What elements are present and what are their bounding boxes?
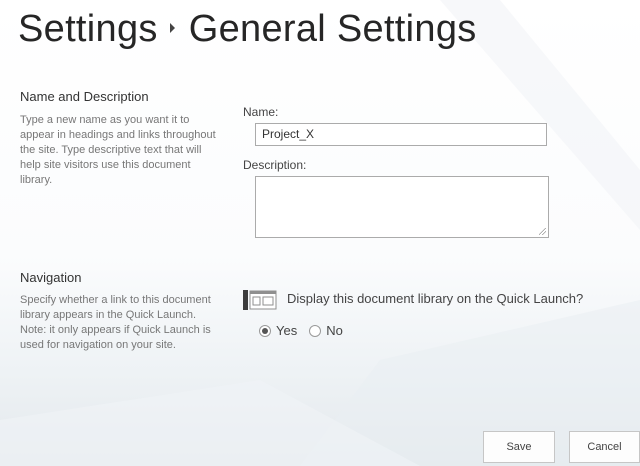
quick-launch-radio-group: Yes No [259,323,355,338]
radio-yes-label: Yes [276,323,298,338]
description-textarea[interactable] [255,176,549,238]
resize-grip-icon[interactable] [539,228,546,235]
radio-no-button[interactable] [309,324,322,337]
name-description-heading: Name and Description [20,89,149,104]
breadcrumb-separator-icon [169,22,175,33]
quick-launch-icon [243,290,277,314]
description-label: Description: [243,158,307,172]
name-input[interactable]: Project_X [255,123,547,146]
breadcrumb-general-settings: General Settings [188,8,477,50]
breadcrumb-settings[interactable]: Settings [18,8,158,50]
radio-yes-option[interactable]: Yes [259,323,297,338]
save-button[interactable]: Save [483,431,555,463]
cancel-button[interactable]: Cancel [569,431,640,463]
navigation-heading: Navigation [20,270,82,285]
quick-launch-question: Display this document library on the Qui… [287,291,584,306]
name-description-help: Type a new name as you want it to appear… [20,114,216,186]
radio-no-label: No [326,323,343,338]
navigation-help: Specify whether a link to this document … [20,294,211,351]
name-label: Name: [243,105,279,119]
radio-no-option[interactable]: No [309,323,343,338]
radio-yes-button[interactable] [259,324,271,337]
page-title: Settings General Settings [18,8,477,51]
